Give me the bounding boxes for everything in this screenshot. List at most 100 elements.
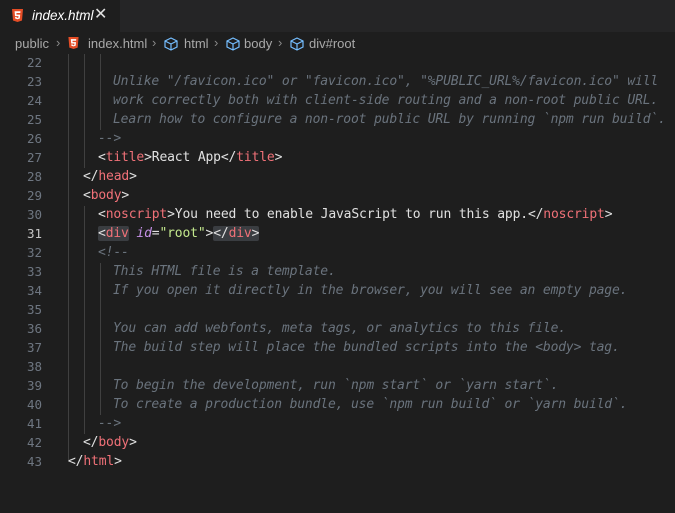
line-number: 39 (26, 378, 42, 393)
tag-content: React App (151, 150, 221, 165)
tab-index-html[interactable]: index.html ✕ (0, 0, 120, 32)
tag-bracket: </ (220, 150, 237, 165)
line-number: 40 (26, 397, 42, 412)
code-content: </body> (83, 435, 137, 450)
tag-name: html (83, 454, 115, 469)
tag-bracket: > (129, 169, 137, 184)
tag-name: div (228, 226, 252, 241)
close-icon[interactable]: ✕ (94, 6, 107, 24)
tag-name: noscript (105, 207, 168, 222)
tag-bracket: > (251, 226, 260, 241)
line-number: 38 (26, 359, 42, 374)
line-number: 27 (26, 150, 42, 165)
tag-bracket: > (114, 454, 122, 469)
tag-name: body (98, 435, 130, 450)
chevron-right-icon: › (214, 35, 219, 50)
tag-bracket: </ (527, 207, 544, 222)
code-content: <noscript>You need to enable JavaScript … (98, 207, 613, 222)
code-line: 28 </head> (0, 168, 675, 187)
attribute-name: id (136, 226, 152, 241)
tag-bracket: > (121, 188, 130, 203)
tag-name: title (236, 150, 275, 165)
tag-content: You need to enable JavaScript to run thi… (174, 207, 528, 222)
line-number: 32 (26, 245, 42, 260)
code-line: 36 You can add webfonts, meta tags, or a… (0, 320, 675, 339)
cube-icon (226, 37, 240, 51)
chevron-right-icon: › (152, 35, 157, 50)
tag-name: noscript (543, 207, 605, 222)
tag-bracket: > (167, 207, 175, 222)
code-content: </head> (83, 169, 137, 184)
line-number: 42 (26, 435, 42, 450)
tag-bracket: </ (83, 169, 99, 184)
breadcrumb-item-body[interactable]: body (244, 36, 272, 51)
html5-icon (12, 9, 23, 22)
comment-text: To create a production bundle, use `npm … (113, 397, 628, 412)
line-number: 34 (26, 283, 42, 298)
breadcrumb-item-index-html[interactable]: index.html (88, 36, 147, 51)
tag-bracket: < (83, 188, 91, 203)
tag-name: div (105, 226, 129, 241)
code-line: 26 --> (0, 130, 675, 149)
tag-name: body (90, 188, 122, 203)
code-line: 42 </body> (0, 434, 675, 453)
cube-icon (290, 37, 304, 51)
comment-text: Unlike "/favicon.ico" or "favicon.ico", … (113, 74, 659, 89)
code-line: 38 (0, 358, 675, 377)
chevron-right-icon: › (278, 35, 283, 50)
code-content: <div id="root"></div> (98, 226, 259, 241)
attribute-value: "root" (159, 226, 206, 241)
code-content: </html> (68, 454, 122, 469)
code-line: 39 To begin the development, run `npm st… (0, 377, 675, 396)
comment-text: <!-- (98, 245, 129, 260)
tag-bracket: </ (83, 435, 99, 450)
code-line: 41 --> (0, 415, 675, 434)
comment-text: To begin the development, run `npm start… (113, 378, 559, 393)
line-number: 31 (26, 226, 42, 241)
code-line: 43 </html> (0, 453, 675, 472)
breadcrumb-item-div-root[interactable]: div#root (309, 36, 355, 51)
code-line: 27 <title>React App</title> (0, 149, 675, 168)
code-editor[interactable]: 22 23 Unlike "/favicon.ico" or "favicon.… (0, 54, 675, 471)
tag-bracket: > (274, 150, 283, 165)
code-line-active: 31 <div id="root"></div> (0, 225, 675, 244)
comment-text: This HTML file is a template. (113, 264, 336, 279)
comment-text: Learn how to configure a non-root public… (113, 112, 666, 127)
line-number: 29 (26, 188, 42, 203)
code-line: 25 Learn how to configure a non-root pub… (0, 111, 675, 130)
line-number: 35 (26, 302, 42, 317)
line-number: 33 (26, 264, 42, 279)
tag-name: head (98, 169, 130, 184)
breadcrumb: public › index.html › html › body › div#… (0, 32, 675, 54)
tag-bracket: > (144, 150, 152, 165)
tag-bracket: > (129, 435, 137, 450)
breadcrumb-item-public[interactable]: public (15, 36, 49, 51)
code-line: 22 (0, 54, 675, 73)
html5-icon (68, 37, 79, 49)
chevron-right-icon: › (56, 35, 61, 50)
comment-text: --> (98, 131, 122, 146)
line-number: 37 (26, 340, 42, 355)
code-content: <body> (83, 188, 129, 203)
line-number: 26 (26, 131, 42, 146)
code-line: 30 <noscript>You need to enable JavaScri… (0, 206, 675, 225)
line-number: 30 (26, 207, 42, 222)
comment-text: work correctly both with client-side rou… (113, 93, 659, 108)
breadcrumb-item-html[interactable]: html (184, 36, 209, 51)
tab-bar: index.html ✕ (0, 0, 675, 32)
line-number: 28 (26, 169, 42, 184)
line-number: 25 (26, 112, 42, 127)
line-number: 22 (26, 55, 42, 70)
tag-bracket: < (98, 226, 106, 241)
line-number: 24 (26, 93, 42, 108)
tag-bracket: > (604, 207, 613, 222)
line-number: 43 (26, 454, 42, 469)
code-line: 34 If you open it directly in the browse… (0, 282, 675, 301)
line-number: 41 (26, 416, 42, 431)
bracket-match-highlight: </div> (213, 226, 259, 241)
line-number: 23 (26, 74, 42, 89)
code-content: <title>React App</title> (98, 150, 282, 165)
code-line: 40 To create a production bundle, use `n… (0, 396, 675, 415)
code-line: 23 Unlike "/favicon.ico" or "favicon.ico… (0, 73, 675, 92)
comment-text: The build step will place the bundled sc… (113, 340, 620, 355)
